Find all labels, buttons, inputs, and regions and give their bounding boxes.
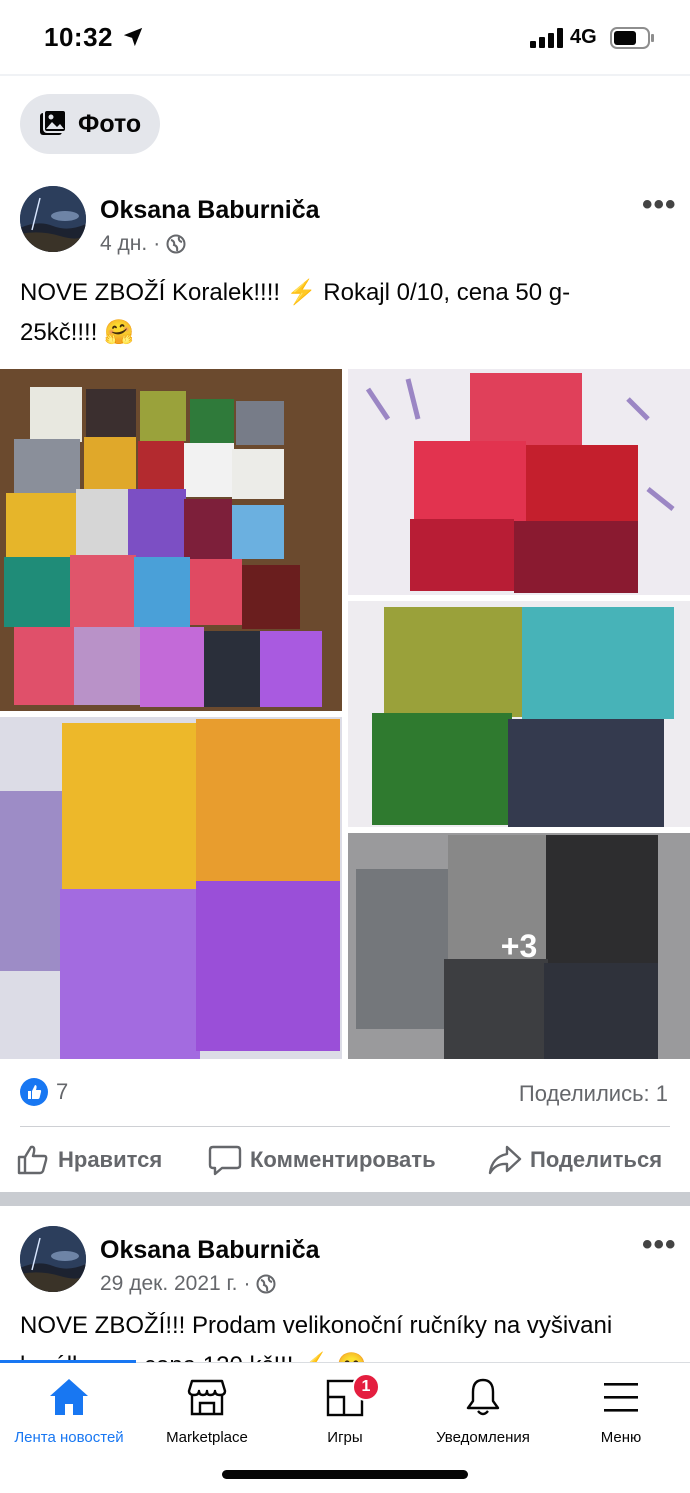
more-options-icon[interactable]: ••• bbox=[642, 1228, 677, 1262]
photo-button[interactable]: Фото bbox=[20, 94, 160, 154]
post-meta: 4 дн. · bbox=[100, 232, 186, 256]
nav-label: Marketplace bbox=[166, 1429, 248, 1446]
like-button[interactable]: Нравится bbox=[16, 1144, 162, 1176]
share-icon bbox=[488, 1145, 522, 1175]
home-icon bbox=[50, 1379, 88, 1415]
battery-icon bbox=[610, 27, 654, 49]
post-author[interactable]: Oksana Baburniča bbox=[100, 1236, 320, 1265]
nav-label: Меню bbox=[600, 1429, 642, 1446]
games-badge: 1 bbox=[352, 1373, 380, 1401]
meta-dot: · bbox=[243, 1272, 251, 1295]
thumbs-up-icon bbox=[17, 1145, 48, 1175]
beads-grid-photo bbox=[0, 369, 342, 711]
network-type: 4G bbox=[570, 26, 597, 48]
photo-icon bbox=[40, 109, 67, 135]
marketplace-icon bbox=[187, 1379, 227, 1416]
nav-label: Игры bbox=[327, 1429, 363, 1446]
post-photo[interactable]: +3 bbox=[348, 833, 690, 1059]
yellow-purple-beads-photo bbox=[0, 717, 342, 1059]
menu-icon bbox=[604, 1383, 638, 1412]
post-actions: Нравится Комментировать Поделиться bbox=[0, 1142, 690, 1182]
post-photo[interactable] bbox=[348, 369, 690, 595]
location-arrow-icon bbox=[123, 27, 143, 47]
likes-count: 7 bbox=[56, 1079, 69, 1104]
divider bbox=[20, 1126, 670, 1127]
like-label: Нравится bbox=[58, 1147, 163, 1172]
signal-icon bbox=[530, 28, 563, 48]
meta-dot: · bbox=[153, 232, 161, 255]
divider bbox=[0, 74, 690, 76]
nav-label: Уведомления bbox=[436, 1429, 530, 1446]
nav-menu[interactable]: Меню bbox=[552, 1377, 690, 1457]
share-button[interactable]: Поделиться bbox=[488, 1144, 662, 1176]
post-text: NOVE ZBOŽÍ!!! Prodam velikonoční ručníky… bbox=[20, 1312, 613, 1362]
photo-button-label: Фото bbox=[78, 109, 142, 138]
status-bar: 10:32 4G bbox=[0, 0, 690, 74]
avatar[interactable] bbox=[20, 186, 86, 252]
bell-icon bbox=[466, 1378, 500, 1416]
home-indicator bbox=[222, 1470, 468, 1479]
reactions-summary[interactable]: 7 bbox=[20, 1078, 68, 1106]
comment-button[interactable]: Комментировать bbox=[208, 1144, 436, 1176]
post-author[interactable]: Oksana Baburniča bbox=[100, 196, 320, 225]
more-options-icon[interactable]: ••• bbox=[642, 188, 677, 222]
active-tab-indicator bbox=[0, 1360, 136, 1363]
post-separator bbox=[0, 1192, 690, 1206]
post-time[interactable]: 4 дн. bbox=[100, 232, 147, 256]
post-photo[interactable] bbox=[0, 369, 342, 711]
like-reaction-icon bbox=[20, 1078, 48, 1106]
post-photo[interactable] bbox=[348, 601, 690, 827]
comment-label: Комментировать bbox=[250, 1147, 436, 1172]
post-photo[interactable] bbox=[0, 717, 342, 1059]
comment-icon bbox=[208, 1145, 242, 1176]
globe-icon bbox=[256, 1274, 276, 1294]
shares-count[interactable]: Поделились: 1 bbox=[519, 1081, 668, 1107]
status-time: 10:32 bbox=[44, 22, 113, 52]
avatar[interactable] bbox=[20, 1226, 86, 1292]
share-label: Поделиться bbox=[530, 1147, 663, 1172]
green-teal-beads-photo bbox=[348, 601, 690, 827]
nav-news-feed[interactable]: Лента новостей bbox=[0, 1377, 138, 1457]
globe-icon bbox=[166, 234, 186, 254]
post-meta: 29 дек. 2021 г. · bbox=[100, 1272, 276, 1296]
nav-label: Лента новостей bbox=[14, 1429, 124, 1446]
nav-games[interactable]: 1 Игры bbox=[276, 1373, 414, 1457]
post-text: NOVE ZBOŽÍ Koralek!!!! ⚡ Rokajl 0/10, ce… bbox=[20, 279, 571, 346]
post-time[interactable]: 29 дек. 2021 г. bbox=[100, 1272, 237, 1296]
more-photos-overlay[interactable]: +3 bbox=[348, 833, 690, 1059]
nav-marketplace[interactable]: Marketplace bbox=[138, 1377, 276, 1457]
red-beads-photo bbox=[348, 369, 690, 595]
nav-notifications[interactable]: Уведомления bbox=[414, 1377, 552, 1457]
